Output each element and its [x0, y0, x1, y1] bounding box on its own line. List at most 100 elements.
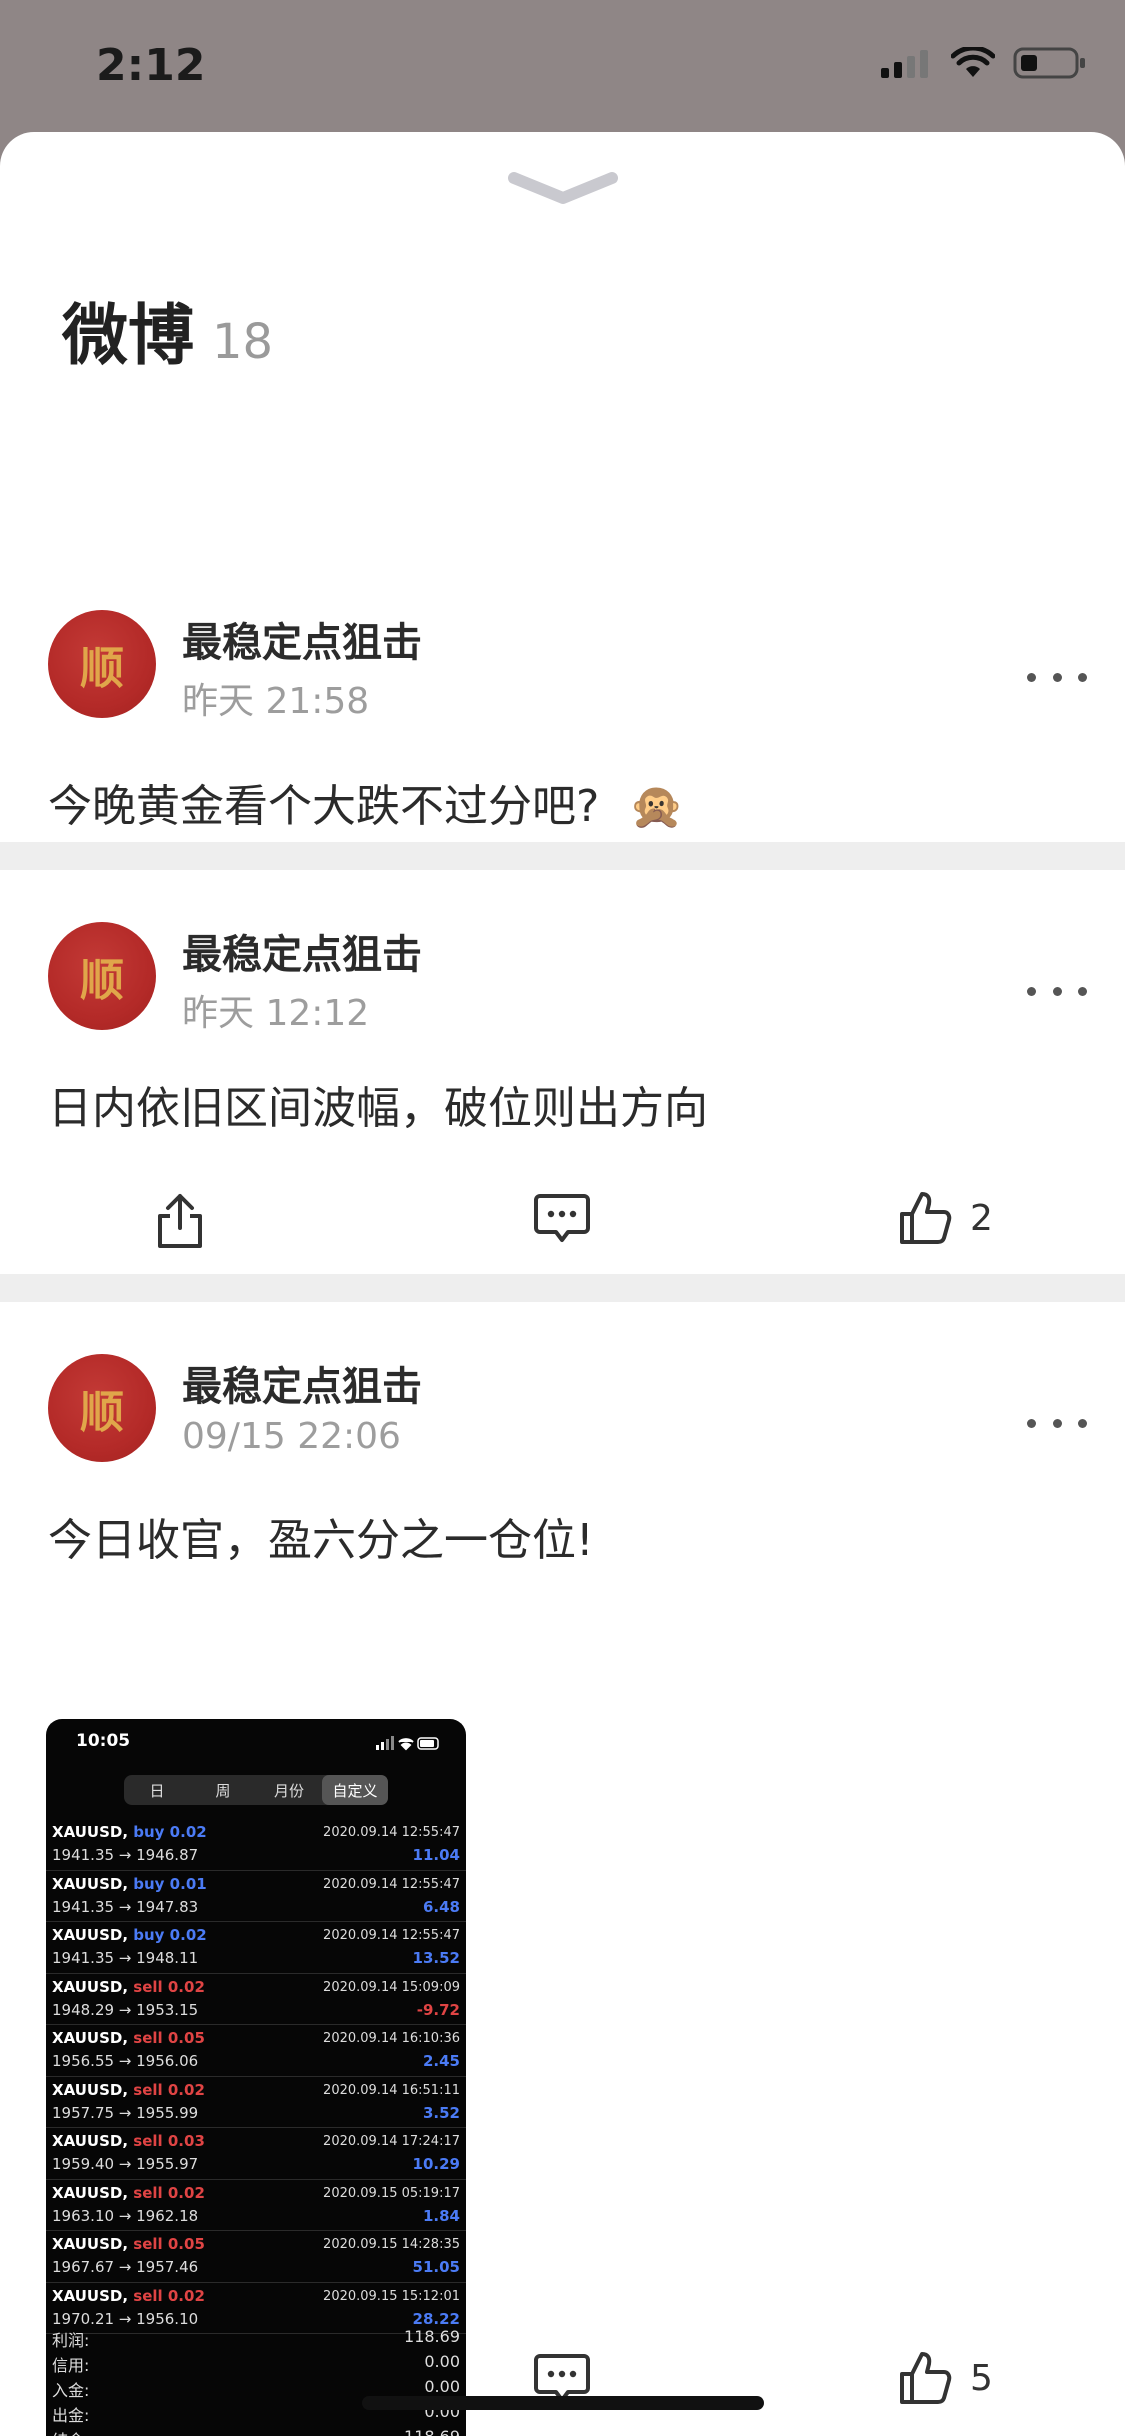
- trade-side: sell 0.02: [133, 1977, 205, 1996]
- comment-button[interactable]: [532, 1190, 592, 1246]
- like-button[interactable]: 2: [898, 1190, 993, 1246]
- trade-date: 2020.09.14 15:09:09: [323, 1979, 460, 1995]
- post-count: 18: [212, 314, 274, 370]
- post-text: 日内依旧区间波幅，破位则出方向: [48, 1083, 708, 1134]
- trade-price: 1957.75 → 1955.99: [52, 2103, 199, 2122]
- trade-price: 1959.40 → 1955.97: [52, 2155, 199, 2173]
- summary-label: 出金:: [52, 2406, 90, 2425]
- monkey-emoji: 🙊: [629, 781, 685, 832]
- trade-side: buy 0.02: [133, 1926, 207, 1944]
- trade-profit: 3.52: [422, 2103, 460, 2122]
- avatar-glyph: 顺: [80, 955, 124, 1006]
- trade-profit: 51.05: [412, 2258, 460, 2276]
- image-status-time: 10:05: [76, 1731, 131, 1751]
- divider: [0, 1274, 1125, 1302]
- trade-symbol: XAUUSD, buy 0.02: [52, 1823, 207, 1841]
- like-button[interactable]: 5: [898, 2350, 993, 2406]
- more-icon[interactable]: [1027, 981, 1087, 1001]
- trade-side: buy 0.01: [133, 1874, 207, 1893]
- trade-row: XAUUSD, buy 0.02 2020.09.14 12:55:47 1941.…: [46, 1819, 466, 1871]
- like-count: 2: [970, 1197, 993, 1239]
- home-indicator[interactable]: [362, 2396, 764, 2410]
- trade-date: 2020.09.14 16:51:11: [323, 2082, 460, 2098]
- trade-row: XAUUSD, sell 0.03 2020.09.14 17:24:17 1959…: [46, 2128, 466, 2180]
- battery-icon: [1013, 47, 1085, 79]
- trade-symbol: XAUUSD, sell 0.05: [52, 2235, 205, 2253]
- trade-profit: 6.48: [422, 1897, 460, 1916]
- trade-profit: -9.72: [416, 2000, 460, 2019]
- trade-symbol: XAUUSD, sell 0.05: [52, 2029, 205, 2047]
- trade-profit: 2.45: [422, 2052, 460, 2070]
- trade-date: 2020.09.15 15:12:01: [323, 2288, 460, 2304]
- trade-price: 1970.21 → 1956.10: [52, 2309, 199, 2328]
- trade-date: 2020.09.14 12:55:47: [323, 1876, 460, 1892]
- avatar[interactable]: 顺: [48, 610, 156, 718]
- share-icon: [158, 1194, 202, 1248]
- section-title: 微博: [62, 297, 194, 374]
- like-icon: [900, 2352, 952, 2404]
- trade-list: XAUUSD, buy 0.02 2020.09.14 12:55:47 1941.…: [46, 1819, 466, 2334]
- trade-row: XAUUSD, sell 0.05 2020.09.14 16:10:36 1956…: [46, 2025, 466, 2077]
- segment-day[interactable]: 日: [124, 1775, 190, 1805]
- summary-label: 利润:: [52, 2331, 90, 2350]
- trade-row: XAUUSD, buy 0.01 2020.09.14 12:55:47 1941.…: [46, 1871, 466, 1922]
- trade-price: 1967.67 → 1957.46: [52, 2258, 199, 2276]
- trade-profit: 11.04: [412, 1846, 460, 1864]
- trade-profit: 1.84: [422, 2206, 460, 2225]
- divider: [0, 842, 1125, 870]
- avatar-glyph: 顺: [80, 1387, 124, 1438]
- more-icon[interactable]: [1027, 667, 1087, 687]
- author-name[interactable]: 最稳定点狙击: [182, 922, 422, 980]
- summary-label: 入金:: [52, 2381, 90, 2400]
- trade-symbol: XAUUSD, sell 0.02: [52, 2286, 205, 2305]
- author-name[interactable]: 最稳定点狙击: [182, 1354, 422, 1412]
- post-image-trade-history[interactable]: 10:05 日 周 月份 自定义 XAUUSD, buy 0.02 2020.09…: [46, 1719, 466, 2436]
- post-time: 昨天 21:58: [182, 681, 370, 722]
- post-time: 09/15 22:06: [182, 1416, 401, 1457]
- trade-side: sell 0.05: [133, 2235, 205, 2253]
- wifi-icon: [951, 47, 995, 77]
- author-name[interactable]: 最稳定点狙击: [182, 610, 422, 668]
- segment-month[interactable]: 月份: [256, 1775, 322, 1805]
- summary-value: 118.69: [404, 2427, 460, 2436]
- trade-summary: 利润:118.69信用:0.00入金:0.00出金:0.00结余:118.69: [52, 2327, 460, 2436]
- trade-row: XAUUSD, sell 0.05 2020.09.15 14:28:35 1967…: [46, 2231, 466, 2283]
- status-icons: [879, 46, 1087, 80]
- trade-symbol: XAUUSD, sell 0.02: [52, 2080, 205, 2099]
- post-text-content: 今晚黄金看个大跌不过分吧?: [48, 781, 600, 832]
- summary-row: 信用: 0.00: [52, 2352, 460, 2377]
- trade-price: 1956.55 → 1956.06: [52, 2052, 199, 2070]
- summary-row: 结余: 118.69: [52, 2427, 460, 2436]
- summary-label: 信用:: [52, 2356, 90, 2375]
- trade-date: 2020.09.14 12:55:47: [323, 1928, 460, 1943]
- trade-side: sell 0.02: [133, 2286, 205, 2305]
- status-bar: 2:12: [0, 0, 1125, 130]
- post-text: 今日收官，盈六分之一仓位!: [48, 1515, 594, 1566]
- segment-custom[interactable]: 自定义: [322, 1775, 388, 1805]
- chevron-down-icon[interactable]: [508, 170, 618, 210]
- trade-symbol: XAUUSD, buy 0.01: [52, 1874, 207, 1893]
- trade-side: sell 0.02: [133, 2183, 205, 2202]
- avatar[interactable]: 顺: [48, 1354, 156, 1462]
- like-count: 5: [970, 2357, 993, 2399]
- post-text: 今晚黄金看个大跌不过分吧? 🙊: [48, 770, 684, 834]
- comment-icon: [534, 1194, 590, 1242]
- trade-row: XAUUSD, sell 0.02 2020.09.14 15:09:09 1948…: [46, 1974, 466, 2025]
- bottom-sheet: 微博 18 顺 最稳定点狙击 昨天 21:58 今晚黄金看个大跌不过分吧? 🙊: [0, 132, 1125, 2436]
- trade-date: 2020.09.15 05:19:17: [323, 2185, 460, 2201]
- avatar[interactable]: 顺: [48, 922, 156, 1030]
- trade-price: 1941.35 → 1946.87: [52, 1846, 199, 1864]
- more-icon[interactable]: [1027, 1413, 1087, 1433]
- share-button[interactable]: [152, 1190, 208, 1250]
- trade-date: 2020.09.15 14:28:35: [323, 2237, 460, 2252]
- period-segmented-control: 日 周 月份 自定义: [124, 1775, 388, 1805]
- summary-value: 118.69: [404, 2327, 460, 2346]
- post-actions: 2: [0, 1190, 1125, 1270]
- summary-value: 0.00: [424, 2352, 460, 2371]
- trade-side: sell 0.05: [133, 2029, 205, 2047]
- trade-symbol: XAUUSD, sell 0.02: [52, 1977, 205, 1996]
- trade-price: 1941.35 → 1948.11: [52, 1949, 199, 1967]
- segment-week[interactable]: 周: [190, 1775, 256, 1805]
- trade-date: 2020.09.14 17:24:17: [323, 2134, 460, 2149]
- trade-profit: 13.52: [412, 1949, 460, 1967]
